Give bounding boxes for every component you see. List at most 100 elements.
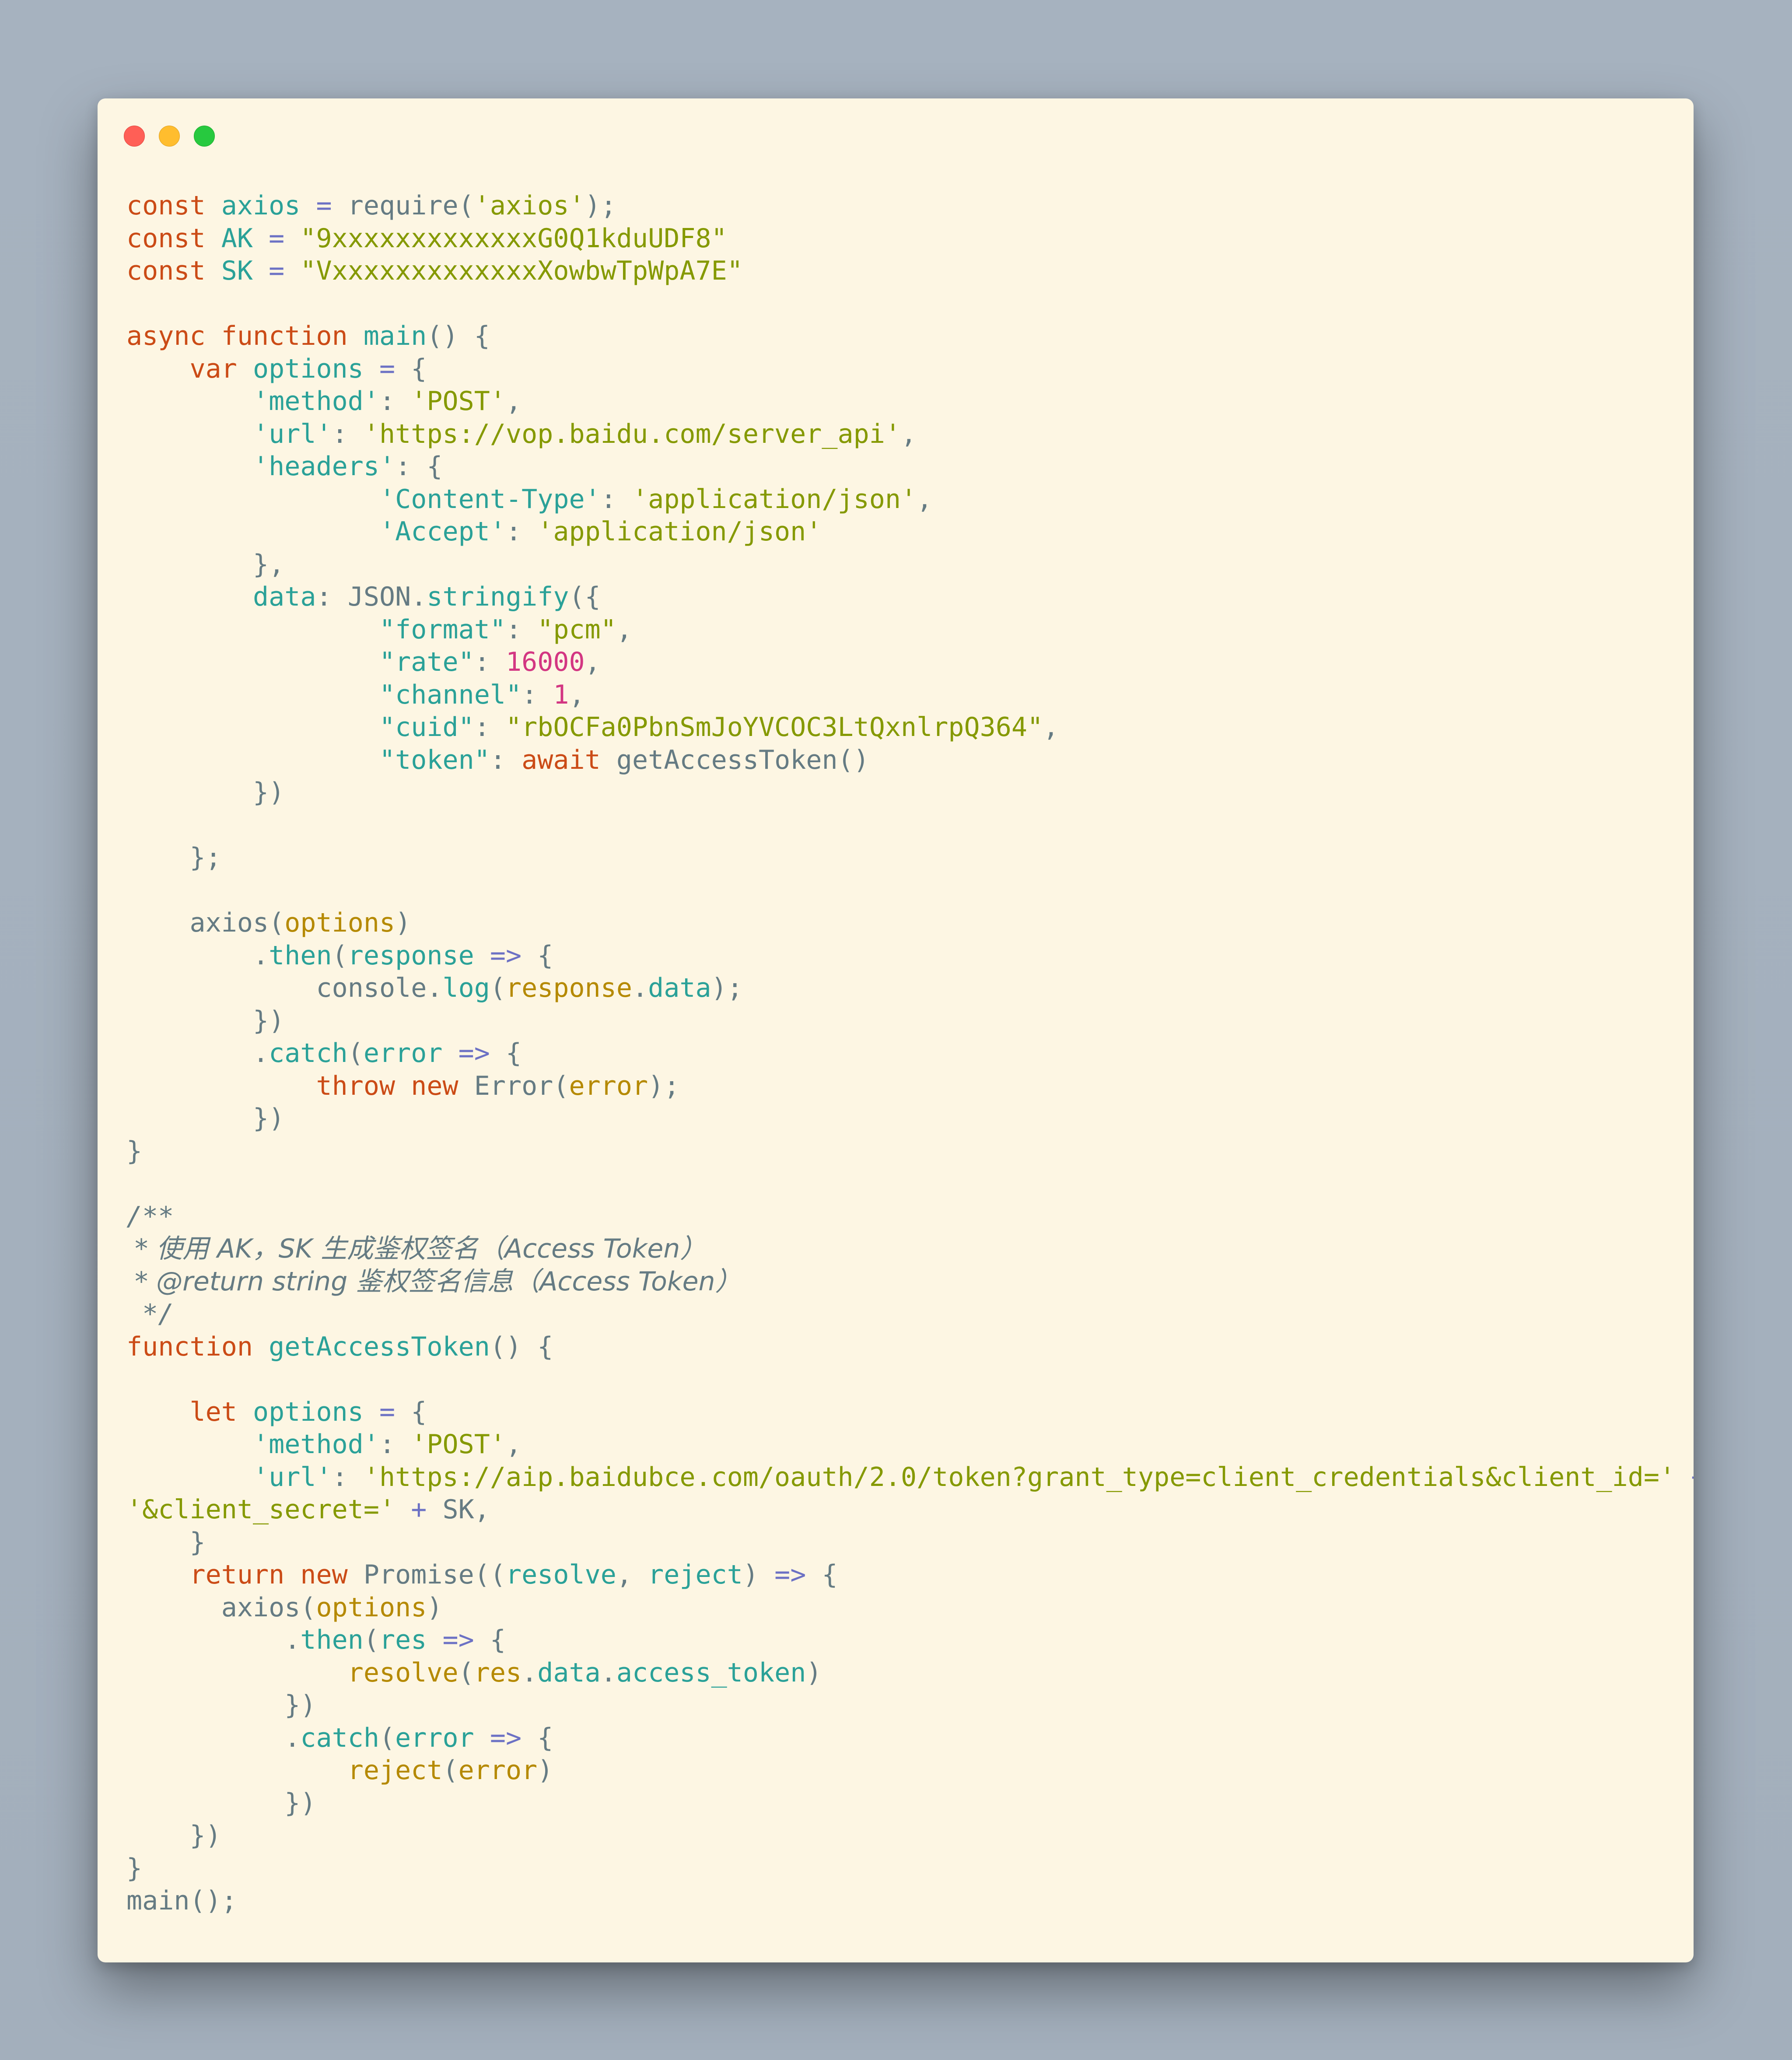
- code-token: ({: [569, 582, 601, 612]
- code-token: :: [474, 712, 506, 743]
- code-line: 'method': 'POST',: [126, 1428, 1680, 1461]
- code-token: 1: [553, 679, 569, 710]
- code-token: (: [347, 1038, 364, 1069]
- code-token: :: [505, 516, 538, 547]
- code-token: axios: [221, 190, 301, 221]
- code-token: =>: [474, 1722, 538, 1753]
- code-token: main: [363, 321, 427, 351]
- code-line: reject(error): [126, 1754, 1680, 1787]
- code-token: * 使用 AK，SK 生成鉴权签名（Access Token）: [126, 1233, 707, 1264]
- code-token: error: [363, 1038, 443, 1069]
- code-token: );: [648, 1070, 680, 1101]
- code-line: .catch(error => {: [126, 1037, 1680, 1070]
- code-line: */: [126, 1298, 1680, 1331]
- code-line: async function main() {: [126, 320, 1680, 353]
- code-token: "9xxxxxxxxxxxxxG0Q1kduUDF8": [300, 223, 727, 254]
- code-token: }): [126, 1787, 316, 1818]
- code-token: '&client_secret=': [126, 1494, 396, 1525]
- code-token: "rbOCFa0PbnSmJoYVCOC3LtQxnlrpQ364": [505, 712, 1043, 743]
- code-token: ): [427, 1592, 443, 1623]
- code-token: .: [126, 1625, 301, 1655]
- code-line: }): [126, 1005, 1680, 1037]
- code-token: =>: [427, 1625, 490, 1655]
- code-token: function: [221, 321, 364, 351]
- code-token: res: [474, 1657, 522, 1688]
- code-token: ,: [584, 647, 601, 677]
- code-token: +: [395, 1494, 443, 1525]
- code-token: data: [537, 1657, 601, 1688]
- code-token: main();: [126, 1885, 237, 1916]
- code-token: +: [1675, 1462, 1694, 1492]
- code-token: data: [648, 973, 711, 1003]
- code-token: };: [126, 842, 221, 873]
- code-line: const SK = "VxxxxxxxxxxxxxXowbwTpWpA7E": [126, 255, 1680, 287]
- code-token: 'application/json': [537, 516, 822, 547]
- code-token: {: [537, 940, 553, 971]
- code-token: Error(: [474, 1070, 569, 1101]
- zoom-window-icon[interactable]: [194, 126, 215, 147]
- code-token: 'Accept': [379, 516, 506, 547]
- code-token: () {: [427, 321, 490, 351]
- code-token: "channel": [379, 679, 522, 710]
- code-token: }: [126, 1853, 143, 1884]
- code-line: 'method': 'POST',: [126, 385, 1680, 418]
- code-token: "cuid": [379, 712, 474, 743]
- code-token: 'method': [252, 386, 379, 417]
- code-token: =>: [442, 1038, 506, 1069]
- code-token: {: [490, 1625, 506, 1655]
- code-token: options: [253, 1396, 364, 1427]
- code-token: async: [126, 321, 221, 351]
- code-token: }): [126, 1103, 285, 1134]
- code-line: .then(res => {: [126, 1624, 1680, 1657]
- code-line: 'Accept': 'application/json': [126, 515, 1680, 548]
- code-line: .catch(error => {: [126, 1722, 1680, 1755]
- code-token: :: [474, 647, 506, 677]
- code-token: 'Content-Type': [379, 483, 601, 515]
- code-token: :: [490, 744, 522, 775]
- code-line: }: [126, 1526, 1680, 1559]
- code-token: */: [126, 1299, 174, 1329]
- code-token: (: [332, 940, 348, 971]
- code-token: res: [379, 1625, 427, 1655]
- code-token: let: [189, 1396, 253, 1427]
- code-token: getAccessToken: [269, 1331, 490, 1362]
- code-line: const axios = require('axios');: [126, 189, 1680, 222]
- code-token: (: [363, 1625, 379, 1655]
- code-line: axios(options): [126, 1591, 1680, 1624]
- code-token: ): [742, 1559, 759, 1590]
- minimize-window-icon[interactable]: [159, 126, 180, 147]
- code-token: :: [522, 679, 553, 710]
- code-token: .: [126, 1722, 301, 1753]
- code-token: data: [252, 582, 316, 612]
- code-line: axios(options): [126, 907, 1680, 939]
- code-token: =: [363, 353, 411, 384]
- code-block: const axios = require('axios'); const AK …: [126, 189, 1694, 1917]
- code-token: getAccessToken(): [616, 744, 869, 775]
- code-token: },: [126, 549, 285, 580]
- code-token: "rate": [379, 647, 474, 677]
- code-token: options: [253, 353, 364, 384]
- code-token: (: [490, 973, 506, 1003]
- code-line: };: [126, 841, 1680, 874]
- code-token: );: [711, 973, 743, 1003]
- close-window-icon[interactable]: [124, 126, 145, 147]
- code-token: error: [569, 1070, 648, 1101]
- code-token: .: [126, 1038, 269, 1069]
- code-token: resolve: [505, 1559, 616, 1590]
- code-token: axios(: [126, 907, 285, 938]
- code-token: :: [332, 418, 364, 449]
- code-token: .: [632, 973, 648, 1003]
- code-token: throw: [316, 1070, 411, 1101]
- code-line: .then(response => {: [126, 939, 1680, 972]
- code-token: {: [505, 1038, 522, 1069]
